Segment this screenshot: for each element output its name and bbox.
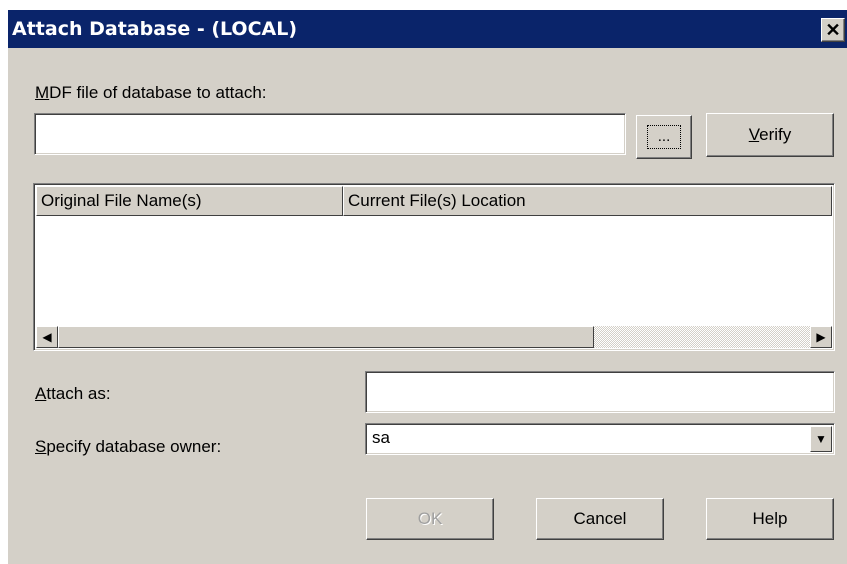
close-icon: ✕ — [825, 20, 841, 40]
help-button[interactable]: Help — [706, 498, 834, 540]
ok-button[interactable]: OK — [366, 498, 494, 540]
window-title: Attach Database - (LOCAL) — [12, 18, 298, 40]
browse-button[interactable]: ... — [636, 115, 692, 159]
scrollbar-thumb[interactable] — [58, 326, 594, 348]
arrow-right-icon: ▶ — [816, 330, 826, 344]
verify-button-label: Verify — [748, 125, 792, 144]
attach-database-dialog: Attach Database - (LOCAL) ✕ MDF file of … — [8, 10, 847, 564]
column-header-current-file-location[interactable]: Current File(s) Location — [343, 186, 832, 216]
mdf-file-label: MDF file of database to attach: — [35, 83, 267, 102]
column-header-original-file-names[interactable]: Original File Name(s) — [36, 186, 343, 216]
database-owner-select[interactable]: sa ▼ — [365, 423, 835, 455]
close-button[interactable]: ✕ — [821, 18, 845, 42]
scroll-left-button[interactable]: ◀ — [36, 326, 58, 348]
horizontal-scrollbar[interactable]: ◀ ▶ — [36, 326, 832, 348]
title-bar[interactable]: Attach Database - (LOCAL) ✕ — [8, 10, 847, 48]
ellipsis-icon: ... — [646, 125, 682, 149]
attach-as-label: Attach as: — [35, 384, 111, 403]
cancel-button[interactable]: Cancel — [536, 498, 664, 540]
scroll-right-button[interactable]: ▶ — [810, 326, 832, 348]
file-list[interactable]: Original File Name(s) Current File(s) Lo… — [33, 183, 835, 351]
database-owner-value: sa — [372, 428, 390, 447]
attach-as-input[interactable] — [365, 371, 835, 413]
verify-button[interactable]: Verify — [706, 113, 834, 157]
owner-dropdown-button[interactable]: ▼ — [810, 426, 832, 452]
file-list-header: Original File Name(s) Current File(s) Lo… — [36, 186, 832, 216]
arrow-left-icon: ◀ — [42, 330, 52, 344]
scrollbar-track[interactable] — [594, 326, 810, 348]
database-owner-label: Specify database owner: — [35, 437, 222, 456]
chevron-down-icon: ▼ — [815, 432, 827, 446]
mdf-file-input[interactable] — [34, 113, 626, 155]
